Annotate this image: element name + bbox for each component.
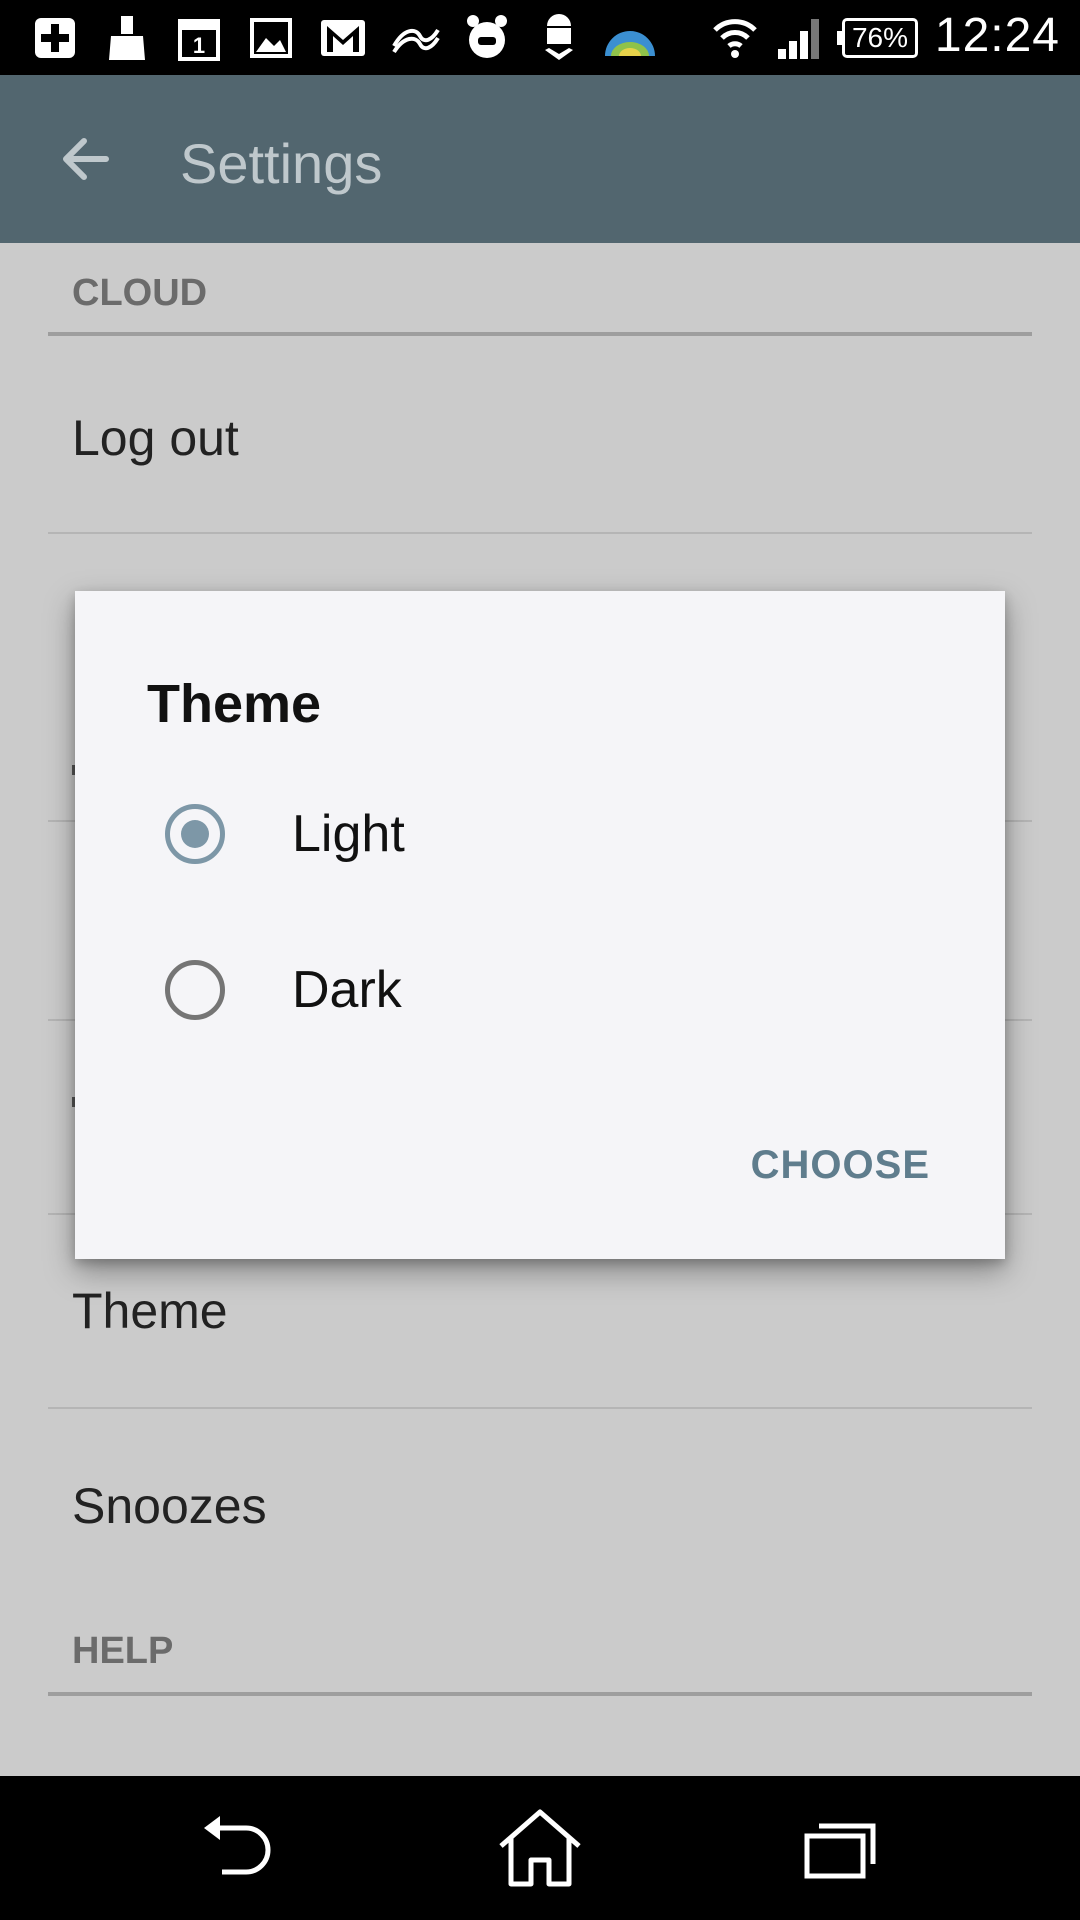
navigation-bar	[0, 1776, 1080, 1920]
nav-recents-icon[interactable]	[795, 1806, 885, 1890]
section-header-help: HELP	[72, 1630, 174, 1672]
page-title: Settings	[180, 132, 383, 195]
section-divider	[48, 1692, 1032, 1696]
status-bar: 1 76% 12:24	[0, 0, 1080, 75]
radio-unselected-icon[interactable]	[165, 960, 225, 1020]
radio-selected-icon[interactable]	[165, 804, 225, 864]
dialog-title: Theme	[147, 674, 322, 734]
add-box-icon	[30, 12, 80, 64]
gmail-icon	[318, 12, 368, 64]
battery-icon: 76%	[837, 18, 918, 58]
logout-item[interactable]: Log out	[72, 409, 239, 467]
wifi-icon	[710, 12, 760, 64]
section-divider	[48, 332, 1032, 336]
nav-back-icon[interactable]	[196, 1806, 286, 1890]
snoozes-item[interactable]: Snoozes	[72, 1477, 267, 1535]
item-divider	[48, 532, 1032, 534]
cleaner-icon	[102, 12, 152, 64]
gallery-icon	[246, 12, 296, 64]
signal-icon	[774, 12, 824, 64]
option-label: Dark	[292, 961, 402, 1019]
option-label: Light	[292, 805, 405, 863]
theme-dialog: Theme Light Dark CHOOSE	[75, 591, 1005, 1259]
globe-app-icon	[602, 12, 658, 64]
svg-text:1: 1	[193, 33, 205, 58]
alarm-clock-icon	[462, 12, 512, 64]
app-bar: Settings	[0, 75, 1080, 243]
calendar-icon: 1	[174, 12, 224, 64]
android-download-icon	[534, 12, 584, 64]
choose-button[interactable]: CHOOSE	[751, 1143, 930, 1188]
item-divider	[48, 1407, 1032, 1409]
back-arrow-icon[interactable]	[56, 131, 112, 187]
option-dark[interactable]: Dark	[75, 930, 1005, 1050]
section-header-cloud: CLOUD	[72, 272, 208, 314]
app-icon	[388, 12, 444, 64]
status-time: 12:24	[934, 9, 1060, 62]
theme-item[interactable]: Theme	[72, 1282, 228, 1340]
battery-level: 76%	[851, 22, 909, 53]
nav-home-icon[interactable]	[495, 1806, 585, 1890]
option-light[interactable]: Light	[75, 774, 1005, 894]
